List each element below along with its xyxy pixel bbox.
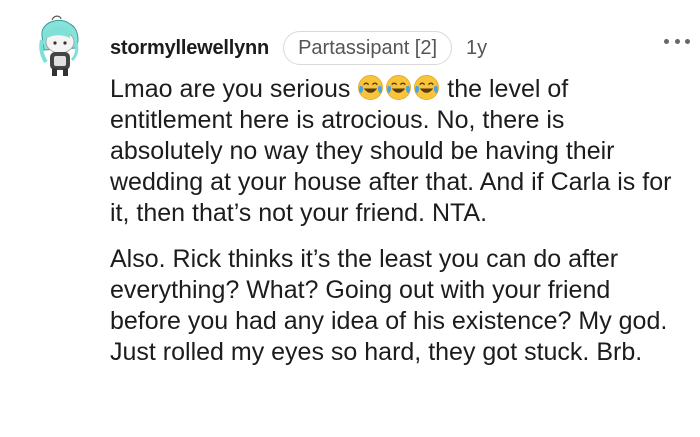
face-with-tears-of-joy-icon: [414, 75, 440, 100]
avatar[interactable]: [30, 14, 88, 78]
comment-paragraph-1: Lmao are you serious the level of entitl…: [110, 74, 680, 229]
comment-body: Lmao are you serious the level of entitl…: [110, 74, 680, 383]
username[interactable]: stormyllewellynn: [110, 37, 269, 60]
user-flair: Partassipant [2]: [283, 31, 453, 65]
paragraph-1-start: Lmao are you serious: [110, 75, 358, 103]
emoji-group: [357, 74, 440, 101]
face-with-tears-of-joy-icon: [358, 75, 384, 100]
snoo-avatar-icon: [39, 15, 79, 76]
more-options-button[interactable]: [664, 36, 690, 46]
comment-paragraph-2: Also. Rick thinks it’s the least you can…: [110, 245, 668, 366]
comment-age: 1y: [466, 36, 488, 59]
more-options-icon: [664, 38, 669, 44]
face-with-tears-of-joy-icon: [386, 75, 412, 100]
comment-header: stormyllewellynn Partassipant [2] 1y: [110, 30, 680, 66]
